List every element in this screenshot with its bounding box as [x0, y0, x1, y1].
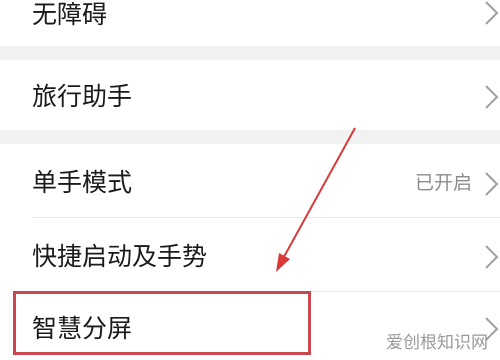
annotation-arrow-line	[279, 127, 356, 265]
annotation-arrowhead	[276, 253, 290, 272]
annotation-arrow-icon	[276, 127, 356, 272]
watermark: 爱创根知识网	[386, 333, 488, 353]
